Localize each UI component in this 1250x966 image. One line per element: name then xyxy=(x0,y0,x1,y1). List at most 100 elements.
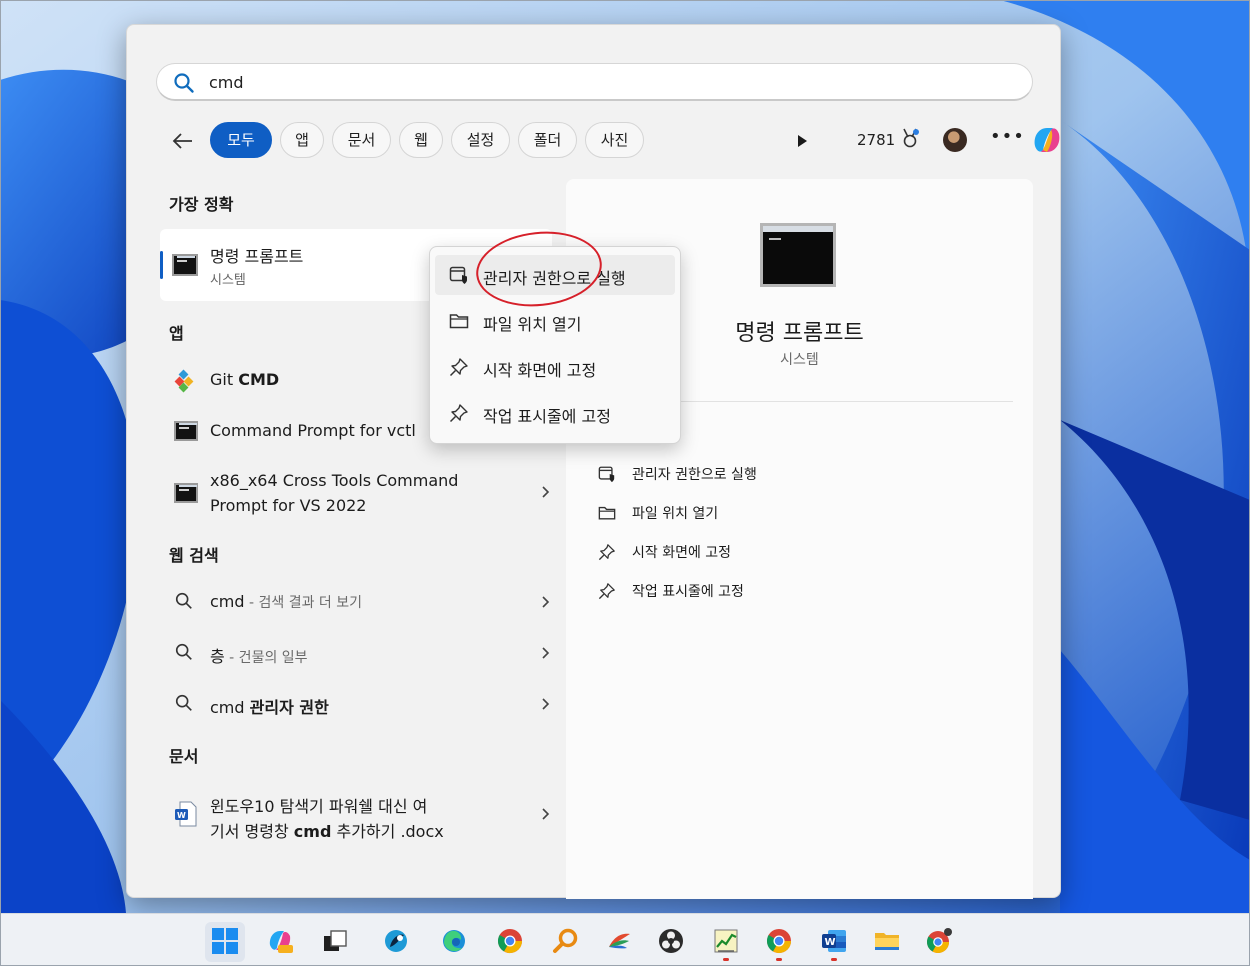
word-document-icon: W xyxy=(175,801,197,827)
chevron-right-icon[interactable] xyxy=(538,807,552,821)
search-icon xyxy=(174,73,194,93)
tab-all[interactable]: 모두 xyxy=(210,122,272,158)
document-title-line1: 윈도우10 탐색기 파워쉘 대신 여 xyxy=(210,797,428,816)
taskbar-task-view[interactable] xyxy=(315,922,355,962)
section-title-documents: 문서 xyxy=(169,747,199,766)
feather-app-icon xyxy=(609,933,630,949)
taskbar-chart-app[interactable] xyxy=(706,922,746,962)
best-match-title: 명령 프롬프트 xyxy=(210,247,304,266)
command-prompt-icon xyxy=(174,421,198,441)
preview-action-label: 파일 위치 열기 xyxy=(632,506,719,522)
preview-action-run-as-admin[interactable]: 관리자 권한으로 실행 xyxy=(598,461,898,489)
chevron-right-icon[interactable] xyxy=(538,595,552,609)
taskbar-file-explorer[interactable] xyxy=(867,922,907,962)
taskbar-obs[interactable] xyxy=(651,922,691,962)
app-icon xyxy=(385,930,407,952)
avatar[interactable] xyxy=(943,128,967,152)
preview-action-pin-to-taskbar[interactable]: 작업 표시줄에 고정 xyxy=(598,578,898,606)
running-indicator xyxy=(831,958,837,961)
chrome-canary-icon xyxy=(927,928,952,953)
chart-app-icon xyxy=(714,929,738,953)
app-item-label-line2: Prompt for VS 2022 xyxy=(210,496,367,515)
context-menu-label: 시작 화면에 고정 xyxy=(483,361,597,380)
taskbar: W xyxy=(1,913,1249,965)
context-menu-label: 파일 위치 열기 xyxy=(483,315,582,334)
context-menu-pin-to-start[interactable]: 시작 화면에 고정 xyxy=(435,347,675,387)
search-input[interactable] xyxy=(209,69,989,95)
chevron-right-icon[interactable] xyxy=(538,485,552,499)
taskbar-chrome[interactable] xyxy=(490,922,530,962)
taskbar-edge[interactable] xyxy=(434,922,474,962)
taskbar-word[interactable]: W xyxy=(814,922,854,962)
copilot-pre-icon xyxy=(269,931,293,953)
tab-folders[interactable]: 폴더 xyxy=(518,122,577,158)
chrome-icon xyxy=(766,929,791,954)
search-icon xyxy=(175,694,192,711)
more-options-icon[interactable]: ••• xyxy=(990,126,1025,147)
section-title-apps: 앱 xyxy=(169,324,184,343)
tab-photos[interactable]: 사진 xyxy=(585,122,644,158)
taskbar-chrome-2[interactable] xyxy=(759,922,799,962)
context-menu-label: 작업 표시줄에 고정 xyxy=(483,407,611,426)
preview-action-label: 관리자 권한으로 실행 xyxy=(632,467,757,483)
preview-action-pin-to-start[interactable]: 시작 화면에 고정 xyxy=(598,539,898,567)
section-title-best-match: 가장 정확 xyxy=(169,195,234,214)
pin-icon xyxy=(449,358,468,377)
web-search-item[interactable]: cmd 관리자 권한 xyxy=(160,681,552,727)
task-view-icon xyxy=(324,930,347,951)
pin-icon xyxy=(598,583,615,600)
web-search-item[interactable]: 층 - 건물의 일부 xyxy=(160,630,552,676)
shield-run-icon xyxy=(598,466,615,483)
chevron-right-icon[interactable] xyxy=(538,646,552,660)
command-prompt-icon xyxy=(174,483,198,503)
command-prompt-icon xyxy=(172,254,198,276)
pin-icon xyxy=(449,404,468,423)
app-item-label-line1: x86_x64 Cross Tools Command xyxy=(210,471,459,490)
start-icon xyxy=(212,928,238,954)
folder-icon xyxy=(449,314,469,329)
start-search-panel: 모두 앱 문서 웹 설정 폴더 사진 2781 ••• 가장 정확 명령 프롬프… xyxy=(126,24,1061,899)
web-search-label: cmd - 검색 결과 더 보기 xyxy=(210,592,363,611)
copilot-icon[interactable] xyxy=(1029,122,1065,158)
web-search-label: cmd 관리자 권한 xyxy=(210,698,329,717)
document-item[interactable]: W 윈도우10 탐색기 파워쉘 대신 여 기서 명령창 cmd 추가하기 .do… xyxy=(160,781,552,845)
taskbar-feather-app[interactable] xyxy=(599,922,639,962)
tab-settings[interactable]: 설정 xyxy=(451,122,510,158)
rewards-medal-icon[interactable] xyxy=(900,127,920,149)
taskbar-copilot-pre[interactable] xyxy=(260,922,300,962)
context-menu: 관리자 권한으로 실행 파일 위치 열기 시작 화면에 고정 작업 표시줄에 고… xyxy=(429,246,681,444)
taskbar-chrome-canary[interactable] xyxy=(919,922,959,962)
taskbar-app[interactable] xyxy=(376,922,416,962)
selection-indicator xyxy=(160,251,163,279)
context-menu-open-file-location[interactable]: 파일 위치 열기 xyxy=(435,301,675,341)
command-prompt-large-icon xyxy=(760,223,836,287)
context-menu-run-as-admin[interactable]: 관리자 권한으로 실행 xyxy=(435,255,675,295)
search-icon xyxy=(175,643,192,660)
tab-apps[interactable]: 앱 xyxy=(280,122,324,158)
web-search-item[interactable]: cmd - 검색 결과 더 보기 xyxy=(160,579,552,625)
tab-web[interactable]: 웹 xyxy=(399,122,443,158)
web-search-label: 층 - 건물의 일부 xyxy=(210,647,308,666)
taskbar-search-app[interactable] xyxy=(546,922,586,962)
tab-documents[interactable]: 문서 xyxy=(332,122,391,158)
folder-icon xyxy=(598,506,616,520)
rewards-points: 2781 xyxy=(857,131,896,149)
running-indicator xyxy=(776,958,782,961)
app-item-label: Command Prompt for vctl xyxy=(210,421,416,440)
svg-text:W: W xyxy=(177,811,186,820)
app-item-label: Git CMD xyxy=(210,370,280,389)
app-item-x86-x64-cross-tools[interactable]: x86_x64 Cross Tools Command Prompt for V… xyxy=(160,461,552,523)
edge-icon xyxy=(443,930,465,952)
context-menu-pin-to-taskbar[interactable]: 작업 표시줄에 고정 xyxy=(435,393,675,433)
search-box[interactable] xyxy=(156,63,1033,101)
chevron-right-icon[interactable] xyxy=(538,697,552,711)
preview-action-label: 작업 표시줄에 고정 xyxy=(632,584,744,600)
context-menu-label: 관리자 권한으로 실행 xyxy=(483,269,626,288)
preview-action-open-file-location[interactable]: 파일 위치 열기 xyxy=(598,500,898,528)
preview-action-label: 시작 화면에 고정 xyxy=(632,545,732,561)
pin-icon xyxy=(598,544,615,561)
start-button[interactable] xyxy=(205,922,245,962)
play-icon[interactable] xyxy=(795,134,809,148)
back-arrow-icon[interactable] xyxy=(167,126,197,156)
search-icon xyxy=(175,592,192,609)
